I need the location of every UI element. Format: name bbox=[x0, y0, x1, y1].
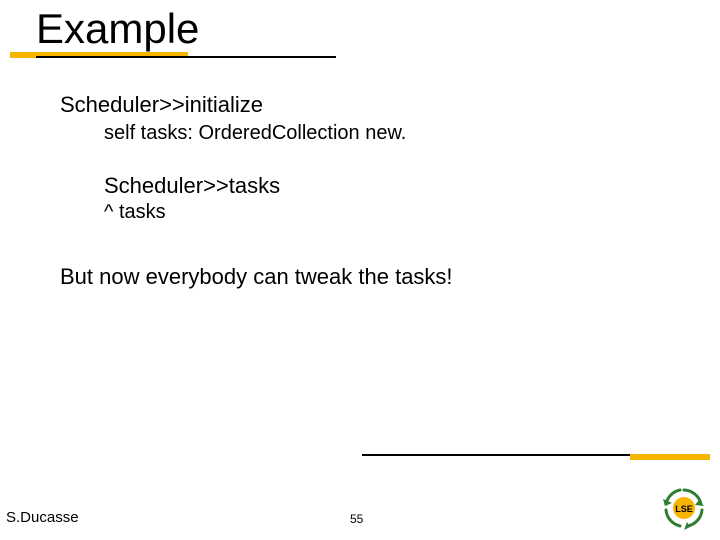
title-wrap: Example bbox=[36, 6, 199, 52]
code-line-1: Scheduler>>initialize bbox=[60, 92, 660, 118]
code-line-4: ^ tasks bbox=[104, 201, 660, 224]
slide-title: Example bbox=[36, 6, 199, 52]
remark-line: But now everybody can tweak the tasks! bbox=[60, 264, 660, 290]
lse-logo-icon: LSE bbox=[662, 486, 706, 530]
code-line-2: self tasks: OrderedCollection new. bbox=[104, 122, 660, 145]
slide: Example Scheduler>>initialize self tasks… bbox=[0, 0, 720, 540]
footer-rule bbox=[362, 454, 632, 456]
code-line-3: Scheduler>>tasks bbox=[104, 173, 660, 199]
author-label: S.Ducasse bbox=[6, 509, 79, 526]
footer-accent-bar bbox=[630, 454, 710, 460]
title-underline bbox=[36, 56, 336, 58]
svg-text:LSE: LSE bbox=[675, 504, 693, 514]
slide-body: Scheduler>>initialize self tasks: Ordere… bbox=[60, 92, 660, 290]
page-number: 55 bbox=[350, 512, 363, 526]
